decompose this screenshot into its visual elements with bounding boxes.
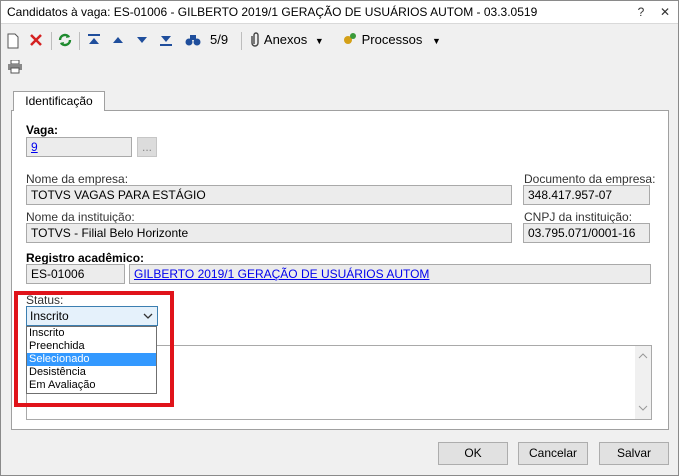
print-icon[interactable]: [7, 59, 23, 77]
chevron-down-icon: ▼: [431, 36, 441, 46]
attachments-menu[interactable]: Anexos ▼: [251, 29, 324, 51]
toolbar-separator: [79, 32, 80, 50]
academic-record-code-field[interactable]: ES-01006: [26, 264, 125, 284]
next-record-icon[interactable]: [135, 29, 149, 51]
delete-icon[interactable]: [29, 29, 43, 51]
status-option-selecionado[interactable]: Selecionado: [27, 353, 156, 366]
institution-name-field[interactable]: TOTVS - Filial Belo Horizonte: [26, 223, 512, 243]
scroll-down-icon[interactable]: [638, 401, 648, 415]
help-button[interactable]: ?: [632, 3, 650, 21]
save-button[interactable]: Salvar: [599, 442, 669, 465]
status-selected-value: Inscrito: [30, 309, 69, 323]
vaga-field[interactable]: 9: [26, 137, 132, 157]
attachments-label: Anexos: [263, 32, 308, 47]
new-record-icon[interactable]: [6, 29, 20, 51]
ok-button[interactable]: OK: [438, 442, 508, 465]
processes-label: Processos: [361, 32, 423, 47]
status-select[interactable]: Inscrito: [26, 306, 158, 326]
institution-name-label: Nome da instituição:: [26, 210, 135, 224]
status-option-preenchida[interactable]: Preenchida: [27, 340, 156, 353]
toolbar-separator: [241, 32, 242, 50]
company-name-label: Nome da empresa:: [26, 172, 129, 186]
academic-record-name-link[interactable]: GILBERTO 2019/1 GERAÇÃO DE USUÁRIOS AUTO…: [134, 267, 429, 281]
institution-cnpj-field[interactable]: 03.795.071/0001-16: [523, 223, 650, 243]
dialog-window: Candidatos à vaga: ES-01006 - GILBERTO 2…: [0, 0, 679, 476]
company-doc-label: Documento da empresa:: [524, 172, 656, 186]
previous-record-icon[interactable]: [111, 29, 125, 51]
cancel-button[interactable]: Cancelar: [518, 442, 588, 465]
chevron-down-icon: ▼: [314, 36, 324, 46]
vaga-link[interactable]: 9: [31, 140, 38, 154]
academic-record-label: Registro acadêmico:: [26, 251, 145, 265]
close-button[interactable]: ✕: [656, 3, 674, 21]
company-doc-field[interactable]: 348.417.957-07: [523, 185, 650, 205]
status-label: Status:: [26, 293, 64, 307]
last-record-icon[interactable]: [159, 29, 173, 51]
institution-cnpj-label: CNPJ da instituição:: [524, 210, 633, 224]
title-bar: Candidatos à vaga: ES-01006 - GILBERTO 2…: [1, 1, 678, 24]
status-option-em-avaliacao[interactable]: Em Avaliação: [27, 379, 156, 392]
status-option-inscrito[interactable]: Inscrito: [27, 327, 156, 340]
record-position: 5/9: [210, 32, 229, 47]
vaga-label: Vaga:: [26, 123, 59, 137]
scroll-up-icon[interactable]: [638, 349, 648, 363]
academic-record-name-field[interactable]: GILBERTO 2019/1 GERAÇÃO DE USUÁRIOS AUTO…: [129, 264, 651, 284]
tab-identificacao[interactable]: Identificação: [13, 91, 105, 111]
vaga-lookup-button[interactable]: ...: [137, 137, 157, 157]
status-dropdown-list: Inscrito Preenchida Selecionado Desistên…: [26, 326, 157, 394]
binoculars-icon[interactable]: [185, 29, 201, 51]
status-option-desistencia[interactable]: Desistência: [27, 366, 156, 379]
textarea-scrollbar[interactable]: [635, 346, 651, 419]
window-title: Candidatos à vaga: ES-01006 - GILBERTO 2…: [7, 5, 538, 19]
first-record-icon[interactable]: [87, 29, 101, 51]
toolbar-separator: [51, 32, 52, 50]
processes-menu[interactable]: Processos ▼: [342, 29, 441, 51]
toolbar: 5/9 Anexos ▼ Processos ▼: [1, 27, 678, 53]
company-name-field[interactable]: TOTVS VAGAS PARA ESTÁGIO: [26, 185, 512, 205]
refresh-icon[interactable]: [57, 29, 73, 51]
